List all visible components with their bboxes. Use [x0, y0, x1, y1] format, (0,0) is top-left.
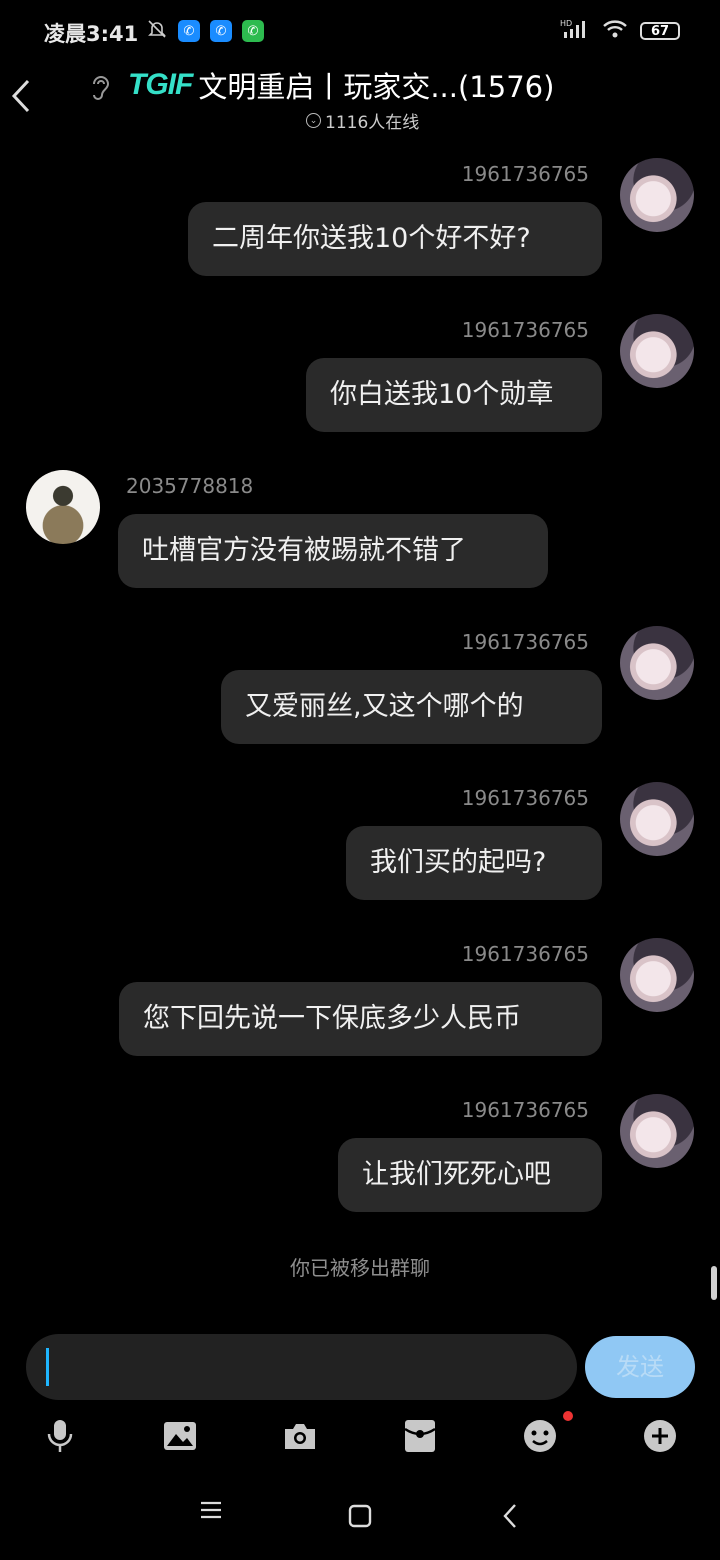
message-bubble[interactable]: 二周年你送我10个好不好?	[188, 202, 602, 276]
message-bubble[interactable]: 又爱丽丝,又这个哪个的	[221, 670, 602, 744]
red-packet-icon[interactable]	[402, 1418, 438, 1454]
message-sender-id: 1961736765	[461, 1098, 589, 1122]
message-bubble[interactable]: 吐槽官方没有被踢就不错了	[118, 514, 548, 588]
mic-icon[interactable]	[42, 1418, 78, 1454]
wifi-icon	[602, 19, 628, 43]
status-right-icons: HD 67	[560, 18, 680, 44]
message-bubble[interactable]: 让我们死死心吧	[338, 1138, 602, 1212]
avatar[interactable]	[26, 470, 100, 544]
message-bubble[interactable]: 你白送我10个勋章	[306, 358, 602, 432]
group-title: 文明重启丨玩家交...(1576)	[198, 70, 555, 104]
avatar[interactable]	[620, 1094, 694, 1168]
status-notification-icons: ✆ ✆ ✆	[146, 18, 264, 44]
chat-title[interactable]: TGIF 文明重启丨玩家交...(1576)	[128, 64, 554, 106]
message-bubble[interactable]: 您下回先说一下保底多少人民币	[119, 982, 602, 1056]
message-bubble[interactable]: 我们买的起吗?	[346, 826, 602, 900]
nav-back-icon[interactable]	[502, 1503, 518, 1533]
message-sender-id: 1961736765	[461, 786, 589, 810]
avatar[interactable]	[620, 938, 694, 1012]
image-icon[interactable]	[162, 1418, 198, 1454]
message-sender-id: 2035778818	[126, 474, 254, 498]
emoji-icon[interactable]	[522, 1418, 558, 1454]
message-sender-id: 1961736765	[461, 318, 589, 342]
send-button[interactable]: 发送	[585, 1336, 695, 1398]
text-caret	[46, 1348, 49, 1386]
status-time: 凌晨3:41	[44, 22, 139, 46]
avatar[interactable]	[620, 314, 694, 388]
network-type-text: HD	[560, 19, 572, 28]
avatar[interactable]	[620, 158, 694, 232]
chevron-down-icon: ⌄	[306, 113, 321, 128]
battery-indicator: 67	[640, 22, 680, 40]
call-app-icon: ✆	[178, 20, 200, 42]
call-app-icon: ✆	[210, 20, 232, 42]
mute-bell-icon	[146, 18, 168, 44]
avatar[interactable]	[620, 782, 694, 856]
online-count: ⌄ 1116人在线	[306, 108, 419, 133]
avatar[interactable]	[620, 626, 694, 700]
plus-icon[interactable]	[642, 1418, 678, 1454]
camera-icon[interactable]	[282, 1418, 318, 1454]
message-sender-id: 1961736765	[461, 162, 589, 186]
menu-icon[interactable]	[200, 1500, 222, 1524]
signal-icon: HD	[560, 18, 590, 44]
message-input[interactable]	[26, 1334, 577, 1400]
phone-icon: ✆	[242, 20, 264, 42]
message-sender-id: 1961736765	[461, 942, 589, 966]
ear-icon[interactable]	[88, 72, 114, 106]
online-count-text: 1116人在线	[325, 113, 420, 133]
notification-dot	[563, 1411, 573, 1421]
back-button[interactable]	[10, 78, 32, 118]
group-logo: TGIF	[128, 68, 193, 101]
scrollbar[interactable]	[711, 1266, 717, 1300]
home-icon[interactable]	[348, 1504, 372, 1532]
message-sender-id: 1961736765	[461, 630, 589, 654]
system-notice: 你已被移出群聊	[290, 1256, 430, 1280]
